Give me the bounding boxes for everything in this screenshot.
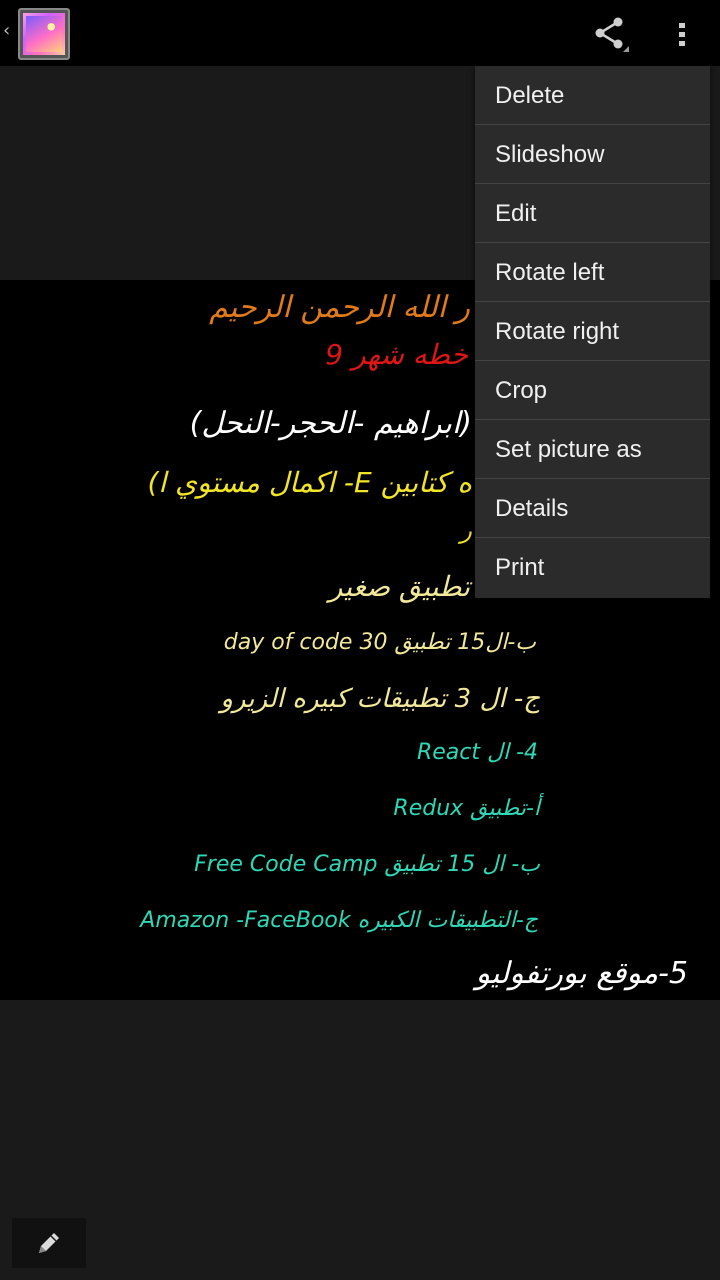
photo-line-3: (ابراهيم -الحجر-النحل) bbox=[189, 406, 472, 441]
photo-line-10: أ-تطبيق Redux bbox=[393, 796, 540, 821]
action-bar: ‹ bbox=[0, 0, 720, 66]
photo-line-12: ج-التطبيقات الكبيره Amazon -FaceBook bbox=[140, 908, 538, 933]
menu-item-rotate-right[interactable]: Rotate right bbox=[475, 302, 710, 361]
share-icon bbox=[595, 17, 629, 52]
menu-item-crop[interactable]: Crop bbox=[475, 361, 710, 420]
gallery-app-icon[interactable] bbox=[18, 8, 70, 60]
overflow-menu-button[interactable] bbox=[658, 10, 706, 58]
menu-item-edit[interactable]: Edit bbox=[475, 184, 710, 243]
photo-line-2: خطه شهر 9 bbox=[325, 338, 468, 371]
pencil-icon bbox=[39, 1233, 59, 1253]
photo-line-8: ج- ال 3 تطبيقات كبيره الزيرو bbox=[220, 684, 540, 714]
menu-item-delete[interactable]: Delete bbox=[475, 66, 710, 125]
photo-line-5: ر bbox=[460, 516, 472, 544]
menu-item-set-picture-as[interactable]: Set picture as bbox=[475, 420, 710, 479]
menu-item-rotate-left[interactable]: Rotate left bbox=[475, 243, 710, 302]
menu-item-slideshow[interactable]: Slideshow bbox=[475, 125, 710, 184]
photo-line-13: 5-موقع بورتفوليو bbox=[475, 956, 688, 991]
photo-line-4: ه كتابين E- اكمال مستوي ا) bbox=[147, 466, 472, 499]
menu-item-print[interactable]: Print bbox=[475, 538, 710, 597]
edit-button[interactable] bbox=[12, 1218, 86, 1268]
up-caret-icon[interactable]: ‹ bbox=[3, 20, 10, 41]
photo-line-9: 4- ال React bbox=[416, 740, 538, 765]
photo-line-7: ب-ال15 تطبيق 30 day of code bbox=[223, 630, 536, 655]
overflow-menu-icon bbox=[679, 23, 685, 46]
menu-item-details[interactable]: Details bbox=[475, 479, 710, 538]
gallery-thumbnail bbox=[26, 16, 62, 52]
share-button[interactable] bbox=[585, 10, 633, 58]
photo-line-6: تطبيق صغير bbox=[328, 570, 470, 603]
photo-line-11: ب- ال 15 تطبيق Free Code Camp bbox=[194, 852, 540, 877]
overflow-menu: Delete Slideshow Edit Rotate left Rotate… bbox=[475, 66, 710, 598]
photo-line-1: ر الله الرحمن الرحيم bbox=[209, 290, 470, 325]
